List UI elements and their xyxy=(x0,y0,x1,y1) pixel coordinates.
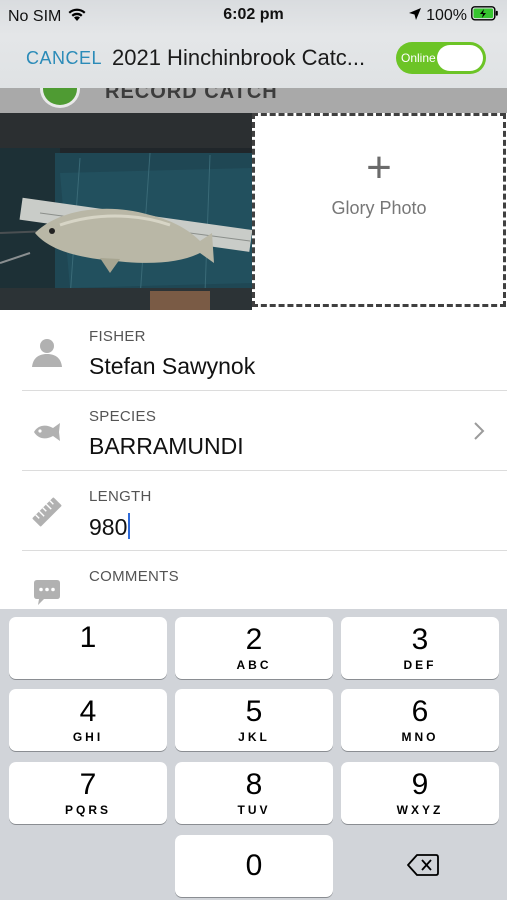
record-catch-title: RECORD CATCH xyxy=(105,88,278,103)
top-area: No SIM 6:02 pm 100% CANCEL 2021 Hinchinb… xyxy=(0,0,507,88)
text-caret xyxy=(128,513,131,539)
key-digit: 2 xyxy=(245,623,263,656)
key-8[interactable]: 8 TUV xyxy=(175,762,333,824)
key-letters: ABC xyxy=(236,658,272,672)
key-5[interactable]: 5 JKL xyxy=(175,689,333,751)
plus-icon: + xyxy=(366,143,392,192)
length-value: 980 xyxy=(89,514,128,540)
online-toggle[interactable]: Online xyxy=(396,42,486,74)
status-right: 100% xyxy=(408,6,499,26)
key-4[interactable]: 4 GHI xyxy=(9,689,167,751)
chevron-right-icon xyxy=(473,421,485,447)
key-letters: JKL xyxy=(238,730,270,744)
key-3[interactable]: 3 DEF xyxy=(341,617,499,679)
key-digit: 9 xyxy=(411,768,429,801)
species-label: SPECIES xyxy=(89,408,157,425)
length-row[interactable]: LENGTH 980 xyxy=(22,471,507,551)
person-icon xyxy=(30,335,64,369)
fish-icon xyxy=(30,415,64,449)
fisher-label: FISHER xyxy=(89,328,146,345)
fisher-value: Stefan Sawynok xyxy=(89,353,256,379)
photo-strip: RECORD CATCH + Glory Photo xyxy=(0,88,507,310)
key-6[interactable]: 6 MNO xyxy=(341,689,499,751)
key-digit: 6 xyxy=(411,695,429,728)
key-digit: 4 xyxy=(79,695,97,728)
page-title: 2021 Hinchinbrook Catc... xyxy=(112,45,366,70)
record-catch-icon xyxy=(40,88,80,108)
status-bar: No SIM 6:02 pm 100% xyxy=(0,0,507,30)
key-2[interactable]: 2 ABC xyxy=(175,617,333,679)
chat-bubble-icon xyxy=(30,575,64,609)
key-letters: TUV xyxy=(237,803,271,817)
catch-photo[interactable] xyxy=(0,113,252,310)
key-letters: PQRS xyxy=(64,803,111,817)
length-input[interactable]: 980 xyxy=(89,513,131,541)
online-toggle-label: Online xyxy=(401,51,436,65)
delete-icon xyxy=(407,853,439,882)
key-letters: MNO xyxy=(401,730,439,744)
key-digit: 5 xyxy=(245,695,263,728)
delete-key[interactable] xyxy=(341,835,499,897)
key-0[interactable]: 0 xyxy=(175,835,333,897)
key-digit: 7 xyxy=(79,768,97,801)
glory-photo-label: Glory Photo xyxy=(331,198,427,218)
key-letters: GHI xyxy=(72,730,104,744)
location-arrow-icon xyxy=(408,7,422,26)
battery-percent: 100% xyxy=(426,7,467,24)
battery-charging-icon xyxy=(471,6,499,26)
species-value: BARRAMUNDI xyxy=(89,433,244,459)
fisher-row[interactable]: FISHER Stefan Sawynok xyxy=(22,311,507,391)
key-1[interactable]: 1 xyxy=(9,617,167,679)
key-digit: 8 xyxy=(245,768,263,801)
key-letters: WXYZ xyxy=(396,803,444,817)
key-9[interactable]: 9 WXYZ xyxy=(341,762,499,824)
cancel-button[interactable]: CANCEL xyxy=(26,48,102,69)
length-label: LENGTH xyxy=(89,488,152,505)
key-letters: DEF xyxy=(403,658,437,672)
ruler-icon xyxy=(30,495,64,529)
key-digit: 3 xyxy=(411,623,429,656)
glory-photo-button[interactable]: + Glory Photo xyxy=(252,113,506,307)
toggle-knob xyxy=(437,45,483,71)
key-digit: 1 xyxy=(79,621,97,654)
key-digit: 0 xyxy=(245,849,263,882)
record-catch-header: RECORD CATCH xyxy=(0,88,507,113)
comments-label: COMMENTS xyxy=(89,568,179,585)
numeric-keypad: 1 2 ABC 3 DEF 4 GHI 5 JKL 6 MNO 7 PQRS 8… xyxy=(0,609,507,900)
nav-bar: CANCEL 2021 Hinchinbrook Catc... Online xyxy=(0,38,507,78)
key-7[interactable]: 7 PQRS xyxy=(9,762,167,824)
species-row[interactable]: SPECIES BARRAMUNDI xyxy=(22,391,507,471)
